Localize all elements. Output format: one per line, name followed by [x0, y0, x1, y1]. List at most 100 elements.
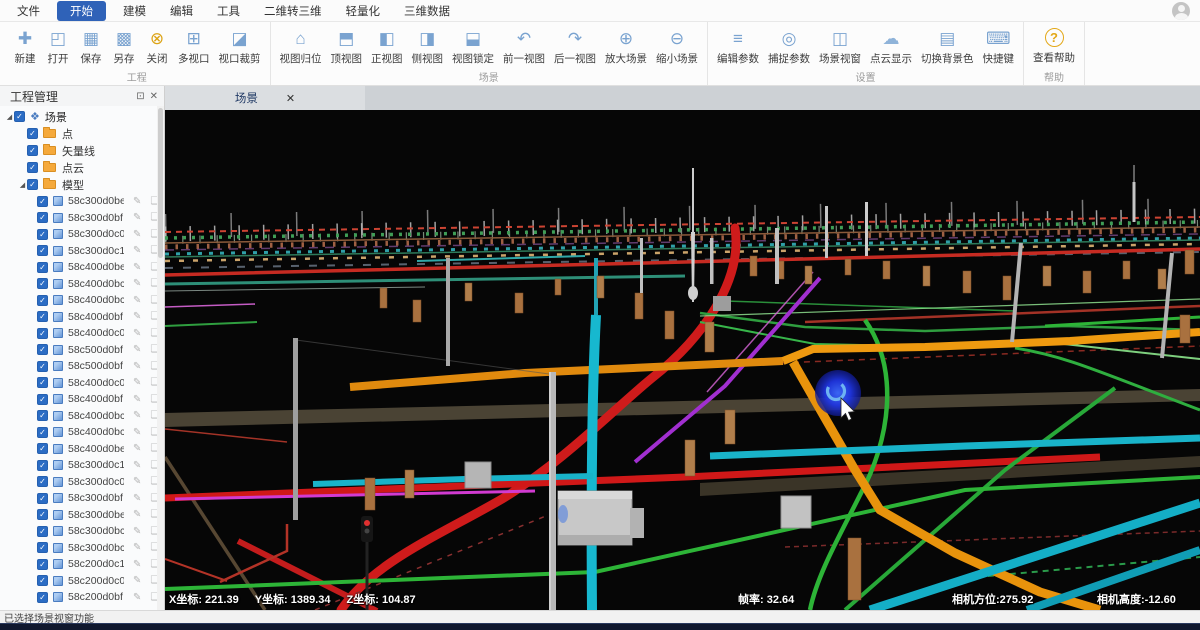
ribbon-button[interactable]: ◪ 视口裁剪 — [216, 24, 264, 68]
ribbon-button[interactable]: ⌨ 快捷键 — [980, 24, 1018, 68]
caret-expanded-icon[interactable]: ◢ — [18, 181, 27, 189]
edit-icon[interactable]: ✎ — [133, 344, 141, 355]
model-tree-item[interactable]: ✓ 58c200d0bf ✎ ❏ — [0, 589, 164, 606]
menu-item[interactable]: 编辑 — [163, 1, 200, 21]
menu-item[interactable]: 开始 — [57, 1, 106, 21]
checkbox-checked[interactable]: ✓ — [37, 377, 48, 388]
menu-item[interactable]: 文件 — [10, 1, 47, 21]
edit-icon[interactable]: ✎ — [133, 245, 141, 256]
edit-icon[interactable]: ✎ — [133, 443, 141, 454]
checkbox-checked[interactable]: ✓ — [37, 394, 48, 405]
ribbon-button[interactable]: ↶ 前一视图 — [500, 24, 548, 68]
edit-icon[interactable]: ✎ — [133, 278, 141, 289]
ribbon-button[interactable]: ⌂ 视图归位 — [277, 24, 325, 68]
edit-icon[interactable]: ✎ — [133, 295, 141, 306]
ribbon-button[interactable]: ◧ 正视图 — [368, 24, 406, 68]
edit-icon[interactable]: ✎ — [133, 262, 141, 273]
edit-icon[interactable]: ✎ — [133, 377, 141, 388]
ribbon-button[interactable]: ☁ 点云显示 — [867, 24, 915, 68]
model-tree-item[interactable]: ✓ 58c300d0c0 ✎ ❏ — [0, 226, 164, 243]
model-tree-item[interactable]: ✓ 58c200d0c0 ✎ ❏ — [0, 573, 164, 590]
tree-item-scene[interactable]: ◢ ✓ ❖ 场景 — [0, 108, 164, 125]
edit-icon[interactable]: ✎ — [133, 509, 141, 520]
checkbox-checked[interactable]: ✓ — [37, 575, 48, 586]
checkbox-checked[interactable]: ✓ — [37, 427, 48, 438]
menu-item[interactable]: 建模 — [116, 1, 153, 21]
edit-icon[interactable]: ✎ — [133, 394, 141, 405]
ribbon-button[interactable]: ⊞ 多视口 — [175, 24, 213, 68]
model-tree-item[interactable]: ✓ 58c400d0be ✎ ❏ — [0, 259, 164, 276]
tab-scene[interactable]: 场景 ✕ — [165, 86, 365, 110]
checkbox-checked[interactable]: ✓ — [37, 196, 48, 207]
edit-icon[interactable]: ✎ — [133, 427, 141, 438]
edit-icon[interactable]: ✎ — [133, 460, 141, 471]
tree-item-models[interactable]: ◢ ✓ 模型 — [0, 176, 164, 193]
checkbox-checked[interactable]: ✓ — [37, 278, 48, 289]
model-tree-item[interactable]: ✓ 58c300d0bf ✎ ❏ — [0, 210, 164, 227]
edit-icon[interactable]: ✎ — [133, 476, 141, 487]
ribbon-button[interactable]: ? 查看帮助 — [1030, 24, 1078, 67]
model-tree-item[interactable]: ✓ 58c400d0bf ✎ ❏ — [0, 309, 164, 326]
sidebar-scrollbar[interactable] — [157, 106, 164, 610]
checkbox-checked[interactable]: ✓ — [37, 311, 48, 322]
tree-item-points[interactable]: ✓ 点 — [0, 125, 164, 142]
model-tree-item[interactable]: ✓ 58c500d0bf ✎ ❏ — [0, 342, 164, 359]
checkbox-checked[interactable]: ✓ — [37, 542, 48, 553]
ribbon-button[interactable]: ▦ 保存 — [76, 24, 106, 68]
model-tree-item[interactable]: ✓ 58c400d0bc ✎ ❏ — [0, 424, 164, 441]
edit-icon[interactable]: ✎ — [133, 493, 141, 504]
model-tree-item[interactable]: ✓ 58c200d0c1 ✎ ❏ — [0, 556, 164, 573]
ribbon-button[interactable]: ↷ 后一视图 — [551, 24, 599, 68]
scene-3d-viewport[interactable]: X坐标: 221.39 Y坐标: 1389.34 Z坐标: 104.87 帧率:… — [165, 110, 1200, 610]
model-tree-item[interactable]: ✓ 58c400d0bc ✎ ❏ — [0, 408, 164, 425]
model-tree-item[interactable]: ✓ 58c400d0bc ✎ ❏ — [0, 276, 164, 293]
tab-close-icon[interactable]: ✕ — [286, 92, 295, 105]
checkbox-checked[interactable]: ✓ — [37, 328, 48, 339]
ribbon-button[interactable]: ▩ 另存 — [109, 24, 139, 68]
checkbox-checked[interactable]: ✓ — [37, 460, 48, 471]
checkbox-checked[interactable]: ✓ — [37, 344, 48, 355]
ribbon-button[interactable]: ≡ 编辑参数 — [714, 24, 762, 68]
menu-item[interactable]: 轻量化 — [339, 1, 388, 21]
model-tree-item[interactable]: ✓ 58c400d0bc ✎ ❏ — [0, 292, 164, 309]
model-tree-item[interactable]: ✓ 58c300d0bc ✎ ❏ — [0, 540, 164, 557]
panel-close-icon[interactable]: ✕ — [150, 91, 158, 102]
menu-item[interactable]: 三维数据 — [397, 1, 457, 21]
checkbox-checked[interactable]: ✓ — [37, 295, 48, 306]
ribbon-button[interactable]: ◎ 捕捉参数 — [765, 24, 813, 68]
checkbox-checked[interactable]: ✓ — [27, 128, 38, 139]
model-tree-item[interactable]: ✓ 58c300d0bc ✎ ❏ — [0, 523, 164, 540]
model-tree-item[interactable]: ✓ 58c400d0c0 ✎ ❏ — [0, 375, 164, 392]
model-tree-item[interactable]: ✓ 58c400d0bf ✎ ❏ — [0, 391, 164, 408]
edit-icon[interactable]: ✎ — [133, 361, 141, 372]
edit-icon[interactable]: ✎ — [133, 526, 141, 537]
model-tree-item[interactable]: ✓ 58c400d0be ✎ ❏ — [0, 441, 164, 458]
checkbox-checked[interactable]: ✓ — [37, 212, 48, 223]
ribbon-button[interactable]: ⊖ 缩小场景 — [653, 24, 701, 68]
ribbon-button[interactable]: ⬓ 视图锁定 — [449, 24, 497, 68]
edit-icon[interactable]: ✎ — [133, 592, 141, 603]
checkbox-checked[interactable]: ✓ — [37, 262, 48, 273]
checkbox-checked[interactable]: ✓ — [37, 229, 48, 240]
checkbox-checked[interactable]: ✓ — [27, 162, 38, 173]
checkbox-checked[interactable]: ✓ — [37, 559, 48, 570]
checkbox-checked[interactable]: ✓ — [37, 493, 48, 504]
checkbox-checked[interactable]: ✓ — [37, 526, 48, 537]
caret-expanded-icon[interactable]: ◢ — [5, 113, 14, 121]
checkbox-checked[interactable]: ✓ — [37, 443, 48, 454]
model-tree-item[interactable]: ✓ 58c500d0bf ✎ ❏ — [0, 358, 164, 375]
checkbox-checked[interactable]: ✓ — [37, 410, 48, 421]
checkbox-checked[interactable]: ✓ — [37, 592, 48, 603]
ribbon-button[interactable]: ⬒ 顶视图 — [328, 24, 366, 68]
tree-item-point-cloud[interactable]: ✓ 点云 — [0, 159, 164, 176]
scrollbar-thumb[interactable] — [158, 108, 163, 258]
model-tree-item[interactable]: ✓ 58c300d0be ✎ ❏ — [0, 507, 164, 524]
checkbox-checked[interactable]: ✓ — [27, 145, 38, 156]
checkbox-checked[interactable]: ✓ — [27, 179, 38, 190]
edit-icon[interactable]: ✎ — [133, 542, 141, 553]
checkbox-checked[interactable]: ✓ — [37, 245, 48, 256]
checkbox-checked[interactable]: ✓ — [37, 509, 48, 520]
model-tree-item[interactable]: ✓ 58c300d0c0 ✎ ❏ — [0, 474, 164, 491]
edit-icon[interactable]: ✎ — [133, 229, 141, 240]
user-avatar-icon[interactable] — [1172, 2, 1190, 20]
